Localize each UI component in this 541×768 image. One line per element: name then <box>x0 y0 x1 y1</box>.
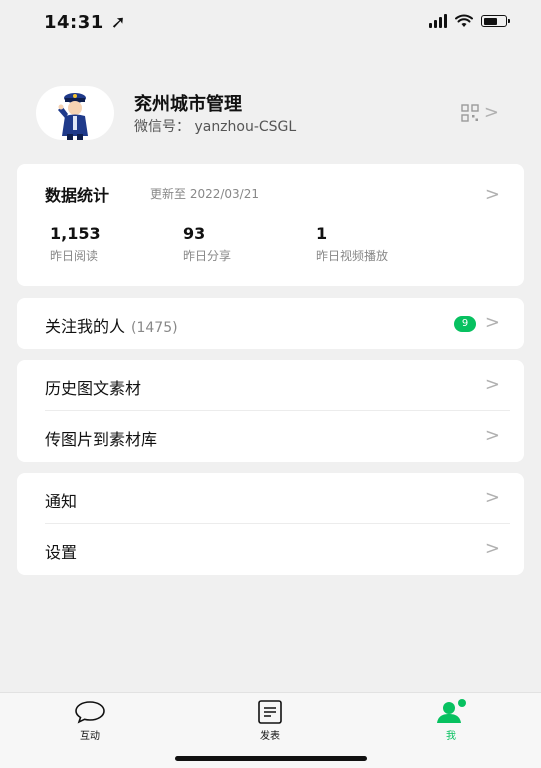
wechat-id: 微信号： yanzhou-CSGL <box>134 119 297 135</box>
avatar[interactable] <box>36 86 114 140</box>
chevron-right-icon: > <box>484 312 500 333</box>
tab-label: 互动 <box>80 731 100 742</box>
menu-item-label: 通知 <box>45 492 78 511</box>
document-icon <box>258 700 282 724</box>
tab-label: 发表 <box>260 731 280 742</box>
stat-reads: 1,153 昨日阅读 <box>50 224 101 264</box>
tab-label: 我 <box>446 731 456 742</box>
battery-icon <box>481 15 510 27</box>
chevron-right-icon: > <box>484 487 500 508</box>
stat-value: 93 <box>183 224 206 243</box>
followers-count: (1475) <box>131 320 178 336</box>
followers-title: 关注我的人 <box>45 317 126 336</box>
new-followers-badge: 9 <box>454 316 476 332</box>
menu-item-notifications[interactable]: 通知 > <box>17 473 524 524</box>
followers-label: 关注我的人 (1475) <box>45 313 178 337</box>
followers-row[interactable]: 关注我的人 (1475) 9 > <box>17 298 524 349</box>
wifi-icon <box>455 14 473 27</box>
status-time: 14:31 ➚ <box>44 12 127 33</box>
chevron-right-icon: > <box>484 184 500 205</box>
chevron-right-icon: > <box>484 425 500 446</box>
stats-card[interactable]: 数据统计 更新至 2022/03/21 > 1,153 昨日阅读 93 昨日分享… <box>17 164 524 286</box>
menu-item-settings[interactable]: 设置 > <box>17 524 524 575</box>
tab-publish[interactable]: 发表 <box>240 699 300 742</box>
status-icons <box>429 14 510 28</box>
tab-interaction[interactable]: 互动 <box>60 699 120 742</box>
chevron-right-icon: > <box>483 102 499 123</box>
tab-me[interactable]: 我 <box>421 699 481 742</box>
followers-card[interactable]: 关注我的人 (1475) 9 > <box>17 298 524 349</box>
chevron-right-icon: > <box>484 538 500 559</box>
menu-item-upload-images[interactable]: 传图片到素材库 > <box>17 411 524 462</box>
stats-updated-date: 更新至 2022/03/21 <box>150 187 259 201</box>
status-bar: 14:31 ➚ <box>0 0 541 44</box>
menu-item-label: 传图片到素材库 <box>45 430 158 449</box>
menu-item-label: 历史图文素材 <box>45 379 142 398</box>
stats-title: 数据统计 <box>45 186 110 205</box>
profile-header[interactable]: 兖州城市管理 微信号： yanzhou-CSGL > <box>0 80 541 150</box>
stat-value: 1,153 <box>50 224 101 243</box>
home-indicator <box>175 756 367 761</box>
chat-bubble-icon <box>75 701 105 724</box>
qr-code-icon[interactable] <box>461 104 479 122</box>
settings-card: 通知 > 设置 > <box>17 473 524 575</box>
menu-item-history-materials[interactable]: 历史图文素材 > <box>17 360 524 411</box>
police-mascot-avatar <box>58 93 88 140</box>
cellular-signal-icon <box>429 14 447 28</box>
chevron-right-icon: > <box>484 374 500 395</box>
stat-video-plays: 1 昨日视频播放 <box>316 224 388 264</box>
stat-shares: 93 昨日分享 <box>183 224 231 264</box>
materials-card: 历史图文素材 > 传图片到素材库 > <box>17 360 524 462</box>
stat-label: 昨日分享 <box>183 249 232 263</box>
menu-item-label: 设置 <box>45 543 78 562</box>
person-icon <box>437 699 466 723</box>
account-name: 兖州城市管理 <box>134 94 242 115</box>
stat-value: 1 <box>316 224 328 243</box>
stat-label: 昨日阅读 <box>50 249 99 263</box>
stat-label: 昨日视频播放 <box>316 249 389 263</box>
